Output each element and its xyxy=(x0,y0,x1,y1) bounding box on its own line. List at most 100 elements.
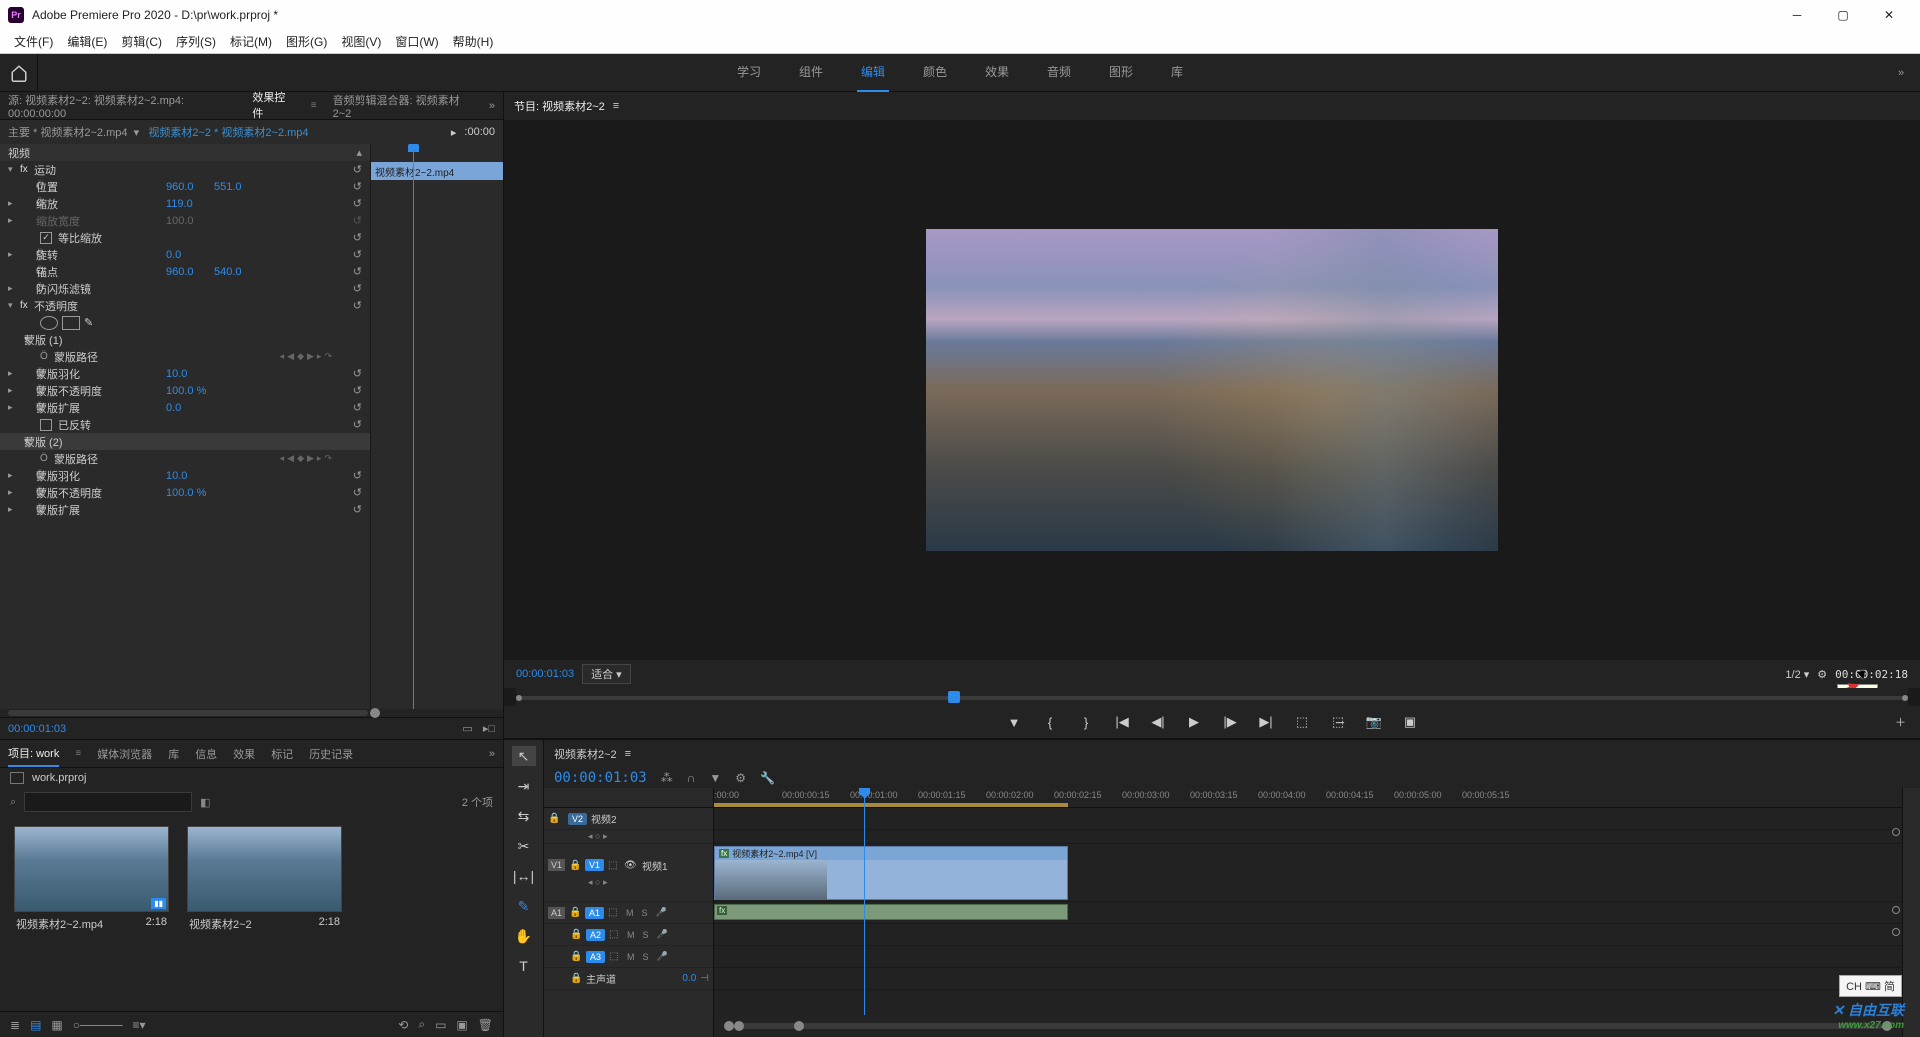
list-view-button[interactable]: ≣ xyxy=(10,1018,20,1032)
mask2-expand[interactable]: ▸Ö 蒙版扩展 ↺ xyxy=(0,501,370,518)
export-frame-button[interactable]: 📷 xyxy=(1365,714,1383,730)
ime-indicator[interactable]: CH ⌨ 简 xyxy=(1839,975,1902,997)
timeline-playhead[interactable] xyxy=(864,788,865,1015)
tab-info[interactable]: 信息 xyxy=(195,742,217,766)
fx-opacity[interactable]: ▾fx 不透明度 ↺ xyxy=(0,297,370,314)
tab-library[interactable]: 库 xyxy=(168,742,179,766)
track-a1[interactable]: fx xyxy=(714,902,1902,924)
track-header-v2[interactable]: 🔒 V2 视频2 xyxy=(544,808,713,830)
mark-in-button[interactable]: { xyxy=(1041,715,1059,730)
tab-audio-mixer[interactable]: 音频剪辑混合器: 视频素材2~2 xyxy=(333,88,473,124)
marker-button[interactable]: ▼ xyxy=(709,771,721,785)
tab-project[interactable]: 项目: work xyxy=(8,741,59,767)
track-a3[interactable] xyxy=(714,946,1902,968)
reset-icon[interactable]: ↺ xyxy=(353,163,362,176)
maximize-button[interactable]: ▢ xyxy=(1820,0,1866,30)
menu-window[interactable]: 窗口(W) xyxy=(389,31,444,52)
icon-view-button[interactable]: ▤ xyxy=(30,1018,41,1032)
mask-inverted-checkbox[interactable] xyxy=(40,419,52,431)
mask-feather[interactable]: ▸Ö 蒙版羽化 10.0 ↺ xyxy=(0,365,370,382)
goto-in-button[interactable]: |◀ xyxy=(1113,714,1131,730)
program-tc-left[interactable]: 00:00:01:03 xyxy=(516,668,574,680)
project-item[interactable]: ▮▮ 视频素材2~2.mp4 2:18 xyxy=(14,826,169,936)
program-playhead[interactable] xyxy=(948,691,960,703)
prop-scale[interactable]: ▸Ö 缩放 119.0 ↺ xyxy=(0,195,370,212)
timeline-ruler[interactable]: :00:00 00:00:00:15 00:00:01:00 00:00:01:… xyxy=(714,788,1902,808)
settings-button[interactable]: ⚙ xyxy=(735,771,746,785)
prop-flicker[interactable]: ▸Ö 防闪烁滤镜 ↺ xyxy=(0,280,370,297)
tab-effects[interactable]: 效果 xyxy=(233,742,255,766)
ws-audio[interactable]: 音频 xyxy=(1043,53,1075,92)
program-resolution[interactable]: 1/2 ▾ xyxy=(1785,668,1809,681)
prop-anchor[interactable]: Ö 锚点 960.0 540.0 ↺ xyxy=(0,263,370,280)
program-tab[interactable]: 节目: 视频素材2~2 xyxy=(514,98,605,114)
compare-button[interactable]: ▣ xyxy=(1401,714,1419,730)
track-header-a1[interactable]: A1 🔒 A1 ⬚MS🎤 xyxy=(544,902,713,924)
mask-opacity[interactable]: ▸Ö 蒙版不透明度 100.0 % ↺ xyxy=(0,382,370,399)
menu-sequence[interactable]: 序列(S) xyxy=(170,31,222,52)
tl-marker-mid[interactable] xyxy=(1892,906,1900,914)
ws-editing[interactable]: 编辑 xyxy=(857,53,889,92)
program-scrubber[interactable] xyxy=(516,688,1908,706)
tab-overflow[interactable]: » xyxy=(489,100,495,112)
auto-seq-button[interactable]: ⟲ xyxy=(398,1018,408,1032)
filter-icon[interactable]: ◧ xyxy=(200,796,210,809)
audio-clip[interactable]: fx xyxy=(714,904,1068,920)
video-clip[interactable]: fx视频素材2~2.mp4 [V] xyxy=(714,846,1068,900)
uniform-scale-checkbox[interactable] xyxy=(40,232,52,244)
menu-markers[interactable]: 标记(M) xyxy=(224,31,278,52)
wrench-button[interactable]: 🔧 xyxy=(760,771,775,785)
slip-tool[interactable]: |↔| xyxy=(512,866,536,886)
lift-button[interactable]: ⬚ xyxy=(1293,714,1311,730)
track-header-v1[interactable]: V1 🔒 V1 ⬚👁 视频1 ◂ ○ ▸ xyxy=(544,844,713,902)
type-tool[interactable]: T xyxy=(512,956,536,976)
extract-button[interactable]: ⬚̶ xyxy=(1329,714,1347,730)
timeline-seq-tab[interactable]: 视频素材2~2 xyxy=(554,746,617,762)
timeline-zoom[interactable] xyxy=(714,1015,1902,1037)
mask-expand[interactable]: ▸Ö 蒙版扩展 0.0 ↺ xyxy=(0,399,370,416)
track-header-master[interactable]: 🔒 主声道 0.0 ⊣ xyxy=(544,968,713,990)
timeline-timecode[interactable]: 00:00:01:03 xyxy=(554,770,647,786)
ws-overflow[interactable]: » xyxy=(1882,67,1920,79)
add-marker-button[interactable]: ▼ xyxy=(1005,715,1023,730)
tab-media[interactable]: 媒体浏览器 xyxy=(97,742,152,766)
mask2-opacity[interactable]: ▸Ö 蒙版不透明度 100.0 % ↺ xyxy=(0,484,370,501)
section-toggle-icon[interactable]: ▴ xyxy=(356,146,362,159)
mask2-path[interactable]: Ö 蒙版路径 ◂◀◆▶▸↷ xyxy=(0,450,370,467)
play-button[interactable]: ▶ xyxy=(1185,714,1203,730)
zoom-slider[interactable]: ○───── xyxy=(73,1018,123,1032)
ws-color[interactable]: 颜色 xyxy=(919,53,951,92)
prop-uniform-scale[interactable]: 等比缩放 ↺ xyxy=(0,229,370,246)
ws-library[interactable]: 库 xyxy=(1167,53,1187,92)
track-v1[interactable]: fx视频素材2~2.mp4 [V] xyxy=(714,844,1902,902)
track-header-a3[interactable]: 🔒 A3 ⬚MS🎤 xyxy=(544,946,713,968)
tab-history[interactable]: 历史记录 xyxy=(309,742,353,766)
track-v2[interactable] xyxy=(714,808,1902,830)
tab-menu-icon[interactable]: ≡ xyxy=(311,100,317,111)
mask-path[interactable]: Ö 蒙版路径 ◂◀◆▶▸↷ xyxy=(0,348,370,365)
ec-playhead[interactable] xyxy=(413,144,414,709)
mask-rect-button[interactable] xyxy=(62,316,80,330)
menu-help[interactable]: 帮助(H) xyxy=(447,31,500,52)
ec-mini-timeline[interactable]: 视频素材2~2.mp4 xyxy=(370,144,503,709)
menu-clip[interactable]: 剪辑(C) xyxy=(115,31,168,52)
ec-btn-1[interactable]: ▭ xyxy=(462,722,472,735)
freeform-view-button[interactable]: ▦ xyxy=(51,1018,62,1032)
close-button[interactable]: ✕ xyxy=(1866,0,1912,30)
minimize-button[interactable]: ─ xyxy=(1774,0,1820,30)
ws-assembly[interactable]: 组件 xyxy=(795,53,827,92)
ec-btn-2[interactable]: ▸□ xyxy=(483,722,495,735)
program-zoom-select[interactable]: 适合 ▾ xyxy=(582,664,631,684)
track-master[interactable] xyxy=(714,968,1902,990)
tl-marker-top[interactable] xyxy=(1892,828,1900,836)
project-search-input[interactable] xyxy=(24,792,192,812)
trash-button[interactable]: 🗑 xyxy=(478,1018,493,1032)
tl-marker-bot[interactable] xyxy=(1892,928,1900,936)
ec-timecode[interactable]: 00:00:01:03 xyxy=(8,723,66,735)
pen-tool[interactable]: ✎ xyxy=(512,896,536,916)
selection-tool[interactable]: ↖ xyxy=(512,746,536,766)
button-editor[interactable]: ＋ xyxy=(1895,714,1906,730)
new-bin-button[interactable]: ▭ xyxy=(435,1018,446,1032)
tab-markers[interactable]: 标记 xyxy=(271,742,293,766)
prop-rotation[interactable]: ▸Ö 旋转 0.0 ↺ xyxy=(0,246,370,263)
